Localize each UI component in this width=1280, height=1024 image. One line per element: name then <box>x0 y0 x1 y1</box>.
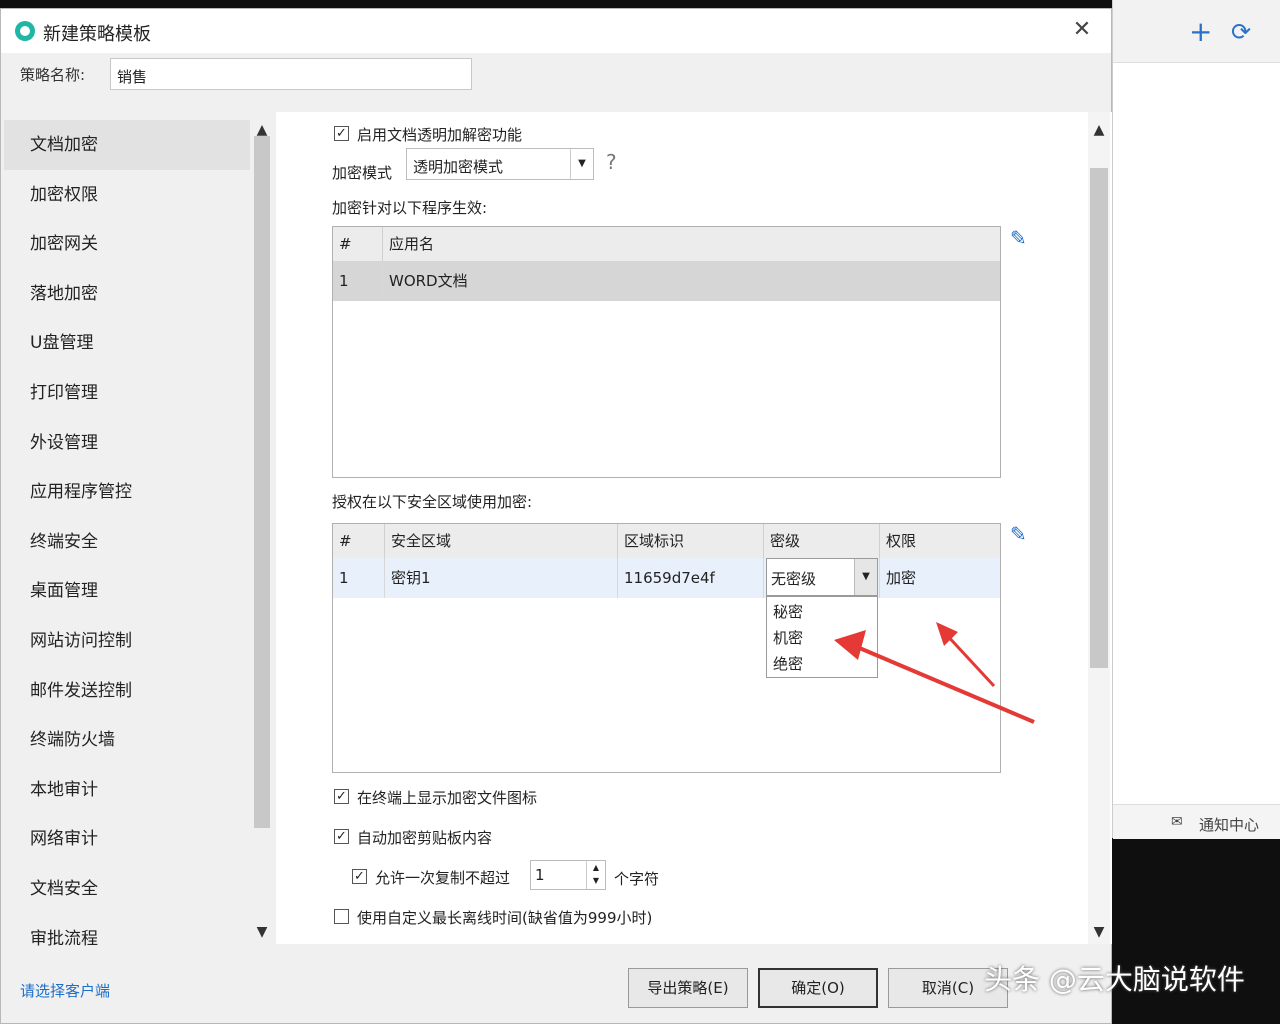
offline-time-checkbox[interactable] <box>334 909 349 924</box>
column-header[interactable]: # <box>333 227 383 261</box>
ok-button[interactable]: 确定(O) <box>758 968 878 1008</box>
sidebar-item[interactable]: 加密网关 <box>4 219 250 269</box>
sidebar-item[interactable]: 审批流程 <box>4 914 250 964</box>
copy-limit-stepper[interactable]: 1 ▲ ▼ <box>530 860 606 890</box>
offline-time-label: 使用自定义最长离线时间(缺省值为999小时) <box>357 909 653 927</box>
column-header[interactable]: 权限 <box>880 524 1000 558</box>
zone-name-cell: 密钥1 <box>385 558 618 598</box>
clipboard-checkbox[interactable]: ✓ <box>334 829 349 844</box>
policy-name-label: 策略名称: <box>20 66 86 84</box>
table-row[interactable]: 1 密钥1 11659d7e4f 加密 <box>333 558 1000 598</box>
background-app-toolbar: + ⟳ <box>1113 0 1280 63</box>
sidebar-item[interactable]: 应用程序管控 <box>4 467 250 517</box>
encrypt-mode-select[interactable]: 透明加密模式 ▼ <box>406 148 594 180</box>
sidebar-item[interactable]: U盘管理 <box>4 318 250 368</box>
app-logo-icon <box>15 21 35 41</box>
enable-encryption-label: 启用文档透明加解密功能 <box>357 126 523 144</box>
level-option-top-secret[interactable]: 绝密 <box>773 653 803 674</box>
table-row[interactable]: 1 WORD文档 <box>333 261 1000 301</box>
sidebar-item[interactable]: 外设管理 <box>4 418 250 468</box>
encrypt-mode-value: 透明加密模式 <box>413 158 504 176</box>
security-level-select[interactable]: 无密级 ▼ <box>766 558 878 596</box>
sidebar-item[interactable]: 桌面管理 <box>4 566 250 616</box>
show-icon-label: 在终端上显示加密文件图标 <box>357 789 538 807</box>
sidebar-item[interactable]: 落地加密 <box>4 269 250 319</box>
sidebar-item[interactable]: 文档安全 <box>4 864 250 914</box>
edit-pencil-icon[interactable]: ✎ <box>1010 226 1027 250</box>
copy-limit-value: 1 <box>535 866 545 884</box>
row-index: 1 <box>333 261 383 301</box>
select-client-link[interactable]: 请选择客户端 <box>20 980 110 1001</box>
sidebar-item[interactable]: 终端安全 <box>4 517 250 567</box>
plus-icon[interactable]: + <box>1189 14 1212 50</box>
zones-table-header: # 安全区域 区域标识 密级 权限 <box>333 524 1000 559</box>
scroll-up-icon[interactable]: ▲ <box>1089 122 1109 138</box>
column-header[interactable]: 安全区域 <box>385 524 618 558</box>
notify-center-button[interactable]: ✉ 通知中心 <box>1113 804 1280 839</box>
dialog-title: 新建策略模板 <box>43 24 151 45</box>
enable-encryption-checkbox[interactable]: ✓ <box>334 126 349 141</box>
edit-pencil-icon[interactable]: ✎ <box>1010 522 1027 546</box>
background-app-panel: + ⟳ ✉ 通知中心 <box>1112 0 1280 839</box>
sidebar-item[interactable]: 文档加密 <box>4 120 250 170</box>
clipboard-label: 自动加密剪贴板内容 <box>357 829 493 847</box>
apps-table-header: # 应用名 <box>333 227 1000 262</box>
sidebar-item[interactable]: 打印管理 <box>4 368 250 418</box>
policy-name-input[interactable]: 销售 <box>110 58 472 90</box>
help-icon[interactable]: ? <box>606 150 617 174</box>
permission-cell: 加密 <box>886 569 917 587</box>
zones-caption: 授权在以下安全区域使用加密: <box>332 493 533 511</box>
column-header[interactable]: 区域标识 <box>618 524 764 558</box>
copy-limit-checkbox[interactable]: ✓ <box>352 869 367 884</box>
refresh-icon[interactable]: ⟳ <box>1231 14 1251 50</box>
sidebar-item[interactable]: 网站访问控制 <box>4 616 250 666</box>
chevron-down-icon[interactable]: ▼ <box>854 559 877 595</box>
sidebar-scroll-thumb[interactable] <box>254 136 270 828</box>
copy-limit-label: 允许一次复制不超过 <box>375 869 511 887</box>
show-icon-checkbox[interactable]: ✓ <box>334 789 349 804</box>
dialog-titlebar: 新建策略模板 ✕ <box>1 9 1111 53</box>
chars-unit-label: 个字符 <box>614 870 660 888</box>
mail-icon: ✉ <box>1171 814 1183 830</box>
sidebar-item[interactable]: 网络审计 <box>4 814 250 864</box>
level-option-confidential[interactable]: 机密 <box>773 627 803 648</box>
row-index: 1 <box>333 558 385 598</box>
encrypt-mode-label: 加密模式 <box>332 164 393 182</box>
security-level-dropdown-list: 秘密 机密 绝密 <box>766 596 878 678</box>
column-header[interactable]: 应用名 <box>383 227 1000 261</box>
sidebar-item[interactable]: 加密权限 <box>4 170 250 220</box>
sidebar-item[interactable]: 邮件发送控制 <box>4 666 250 716</box>
zone-id-cell: 11659d7e4f <box>618 558 764 598</box>
level-option-secret[interactable]: 秘密 <box>773 601 803 622</box>
chevron-down-icon[interactable]: ▼ <box>570 149 593 179</box>
scroll-down-icon[interactable]: ▼ <box>1089 924 1109 940</box>
content-scroll-thumb[interactable] <box>1090 168 1108 668</box>
scroll-down-icon[interactable]: ▼ <box>252 924 272 940</box>
sidebar-item[interactable]: 本地审计 <box>4 765 250 815</box>
apps-caption: 加密针对以下程序生效: <box>332 199 488 217</box>
sidebar-item[interactable]: 终端防火墙 <box>4 715 250 765</box>
column-header[interactable]: 密级 <box>764 524 880 558</box>
zones-table: # 安全区域 区域标识 密级 权限 1 密钥1 11659d7e4f 加密 <box>332 523 1001 773</box>
app-name-cell: WORD文档 <box>389 272 468 290</box>
apps-table: # 应用名 1 WORD文档 <box>332 226 1001 478</box>
watermark: 头条 @云大脑说软件 <box>984 963 1245 996</box>
notify-center-label: 通知中心 <box>1199 816 1260 834</box>
close-icon[interactable]: ✕ <box>1069 17 1095 42</box>
export-policy-button[interactable]: 导出策略(E) <box>628 968 748 1008</box>
policy-category-sidebar: 文档加密 加密权限 加密网关 落地加密 U盘管理 打印管理 外设管理 应用程序管控 终端安全 桌面… <box>4 112 272 949</box>
security-level-value: 无密级 <box>771 570 817 588</box>
column-header[interactable]: # <box>333 524 385 558</box>
stepper-arrows-icon[interactable]: ▲ ▼ <box>586 861 605 889</box>
